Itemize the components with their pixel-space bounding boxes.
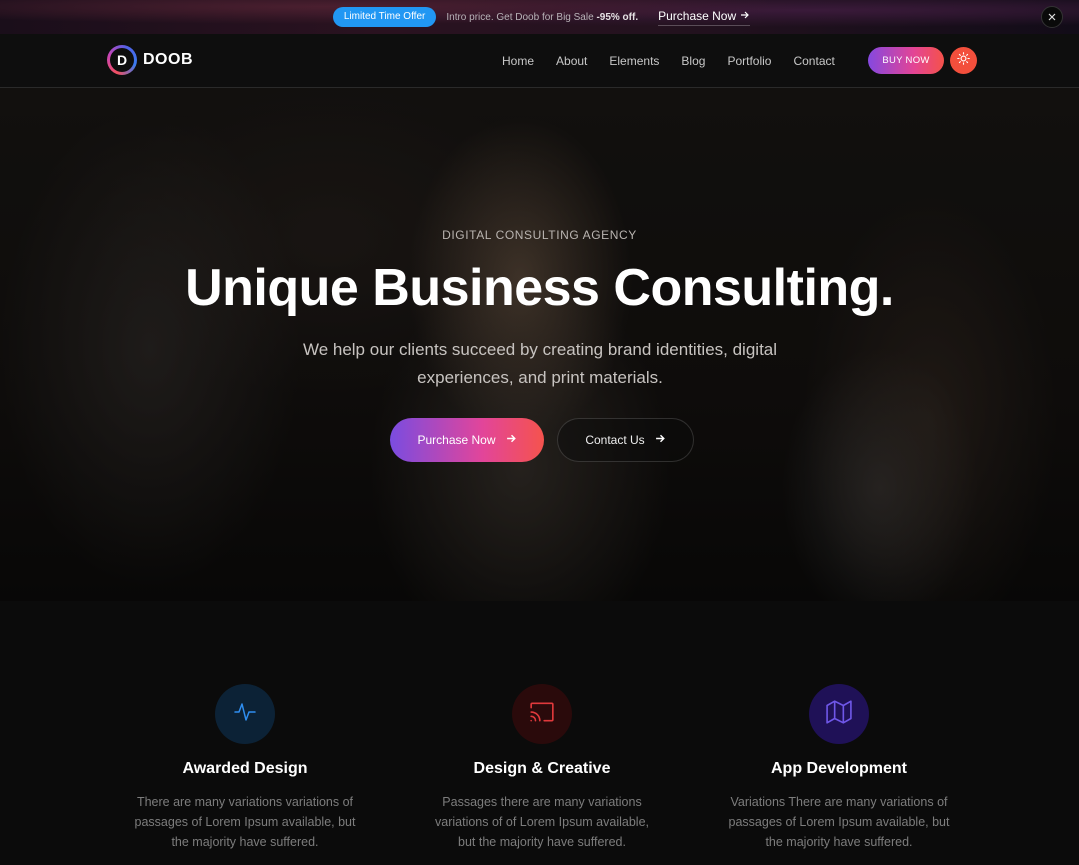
promo-discount: -95% off. [596,11,639,23]
nav-item-home[interactable]: Home [491,54,545,68]
service-description: Variations There are many variations of … [728,795,950,849]
arrow-right-icon [740,9,750,23]
main-nav: Home About Elements Blog Portfolio Conta… [491,34,846,88]
service-title: Awarded Design [182,760,308,777]
cast-icon [529,699,555,730]
logo-text: DOOB [143,51,193,68]
service-icon-wrapper [512,684,572,744]
purchase-now-label: Purchase Now [417,433,496,447]
purchase-now-button[interactable]: Purchase Now [390,418,544,462]
services-section: Awarded Design There are many variations… [0,601,1079,865]
hero-section: DIGITAL CONSULTING AGENCY Unique Busines… [0,88,1079,601]
service-icon-wrapper [215,684,275,744]
promo-purchase-label: Purchase Now [658,8,737,23]
service-icon-wrapper [809,684,869,744]
nav-item-about[interactable]: About [545,54,598,68]
service-title: Design & Creative [473,760,611,777]
promo-close-button[interactable] [1041,6,1063,28]
logo-mark: D [107,45,137,75]
theme-toggle-button[interactable] [950,47,977,74]
nav-item-contact[interactable]: Contact [782,54,845,68]
buy-now-button[interactable]: BUY NOW [868,47,944,74]
logo[interactable]: D DOOB [107,45,193,75]
site-header: D DOOB Home About Elements Blog Portfoli… [0,34,1079,88]
map-icon [826,699,852,730]
promo-text: Intro price. Get Doob for Big Sale -95% … [446,12,638,23]
hero-title: Unique Business Consulting. [185,259,894,317]
arrow-right-icon [655,433,666,447]
hero-eyebrow: DIGITAL CONSULTING AGENCY [442,228,637,242]
promo-purchase-link[interactable]: Purchase Now [658,8,751,26]
service-title: App Development [770,760,907,777]
nav-item-blog[interactable]: Blog [670,54,716,68]
nav-item-portfolio[interactable]: Portfolio [716,54,782,68]
nav-item-elements[interactable]: Elements [598,54,670,68]
close-icon [1048,8,1056,26]
activity-icon [233,700,257,729]
service-card: App Development Variations There are man… [719,684,959,852]
service-description: Passages there are many variations varia… [435,795,649,849]
sun-icon [957,51,970,70]
service-card: Awarded Design There are many variations… [125,684,365,852]
service-card: Design & Creative Passages there are man… [422,684,662,852]
contact-us-label: Contact Us [585,433,645,447]
contact-us-button[interactable]: Contact Us [557,418,694,462]
promo-text-prefix: Intro price. Get Doob for Big Sale [446,11,597,23]
service-description: There are many variations variations of … [134,795,356,849]
hero-subtitle: We help our clients succeed by creating … [302,340,778,387]
arrow-right-icon [506,433,517,447]
logo-letter: D [110,48,134,72]
limited-offer-badge: Limited Time Offer [332,7,437,27]
promo-bar: Limited Time Offer Intro price. Get Doob… [0,0,1079,34]
